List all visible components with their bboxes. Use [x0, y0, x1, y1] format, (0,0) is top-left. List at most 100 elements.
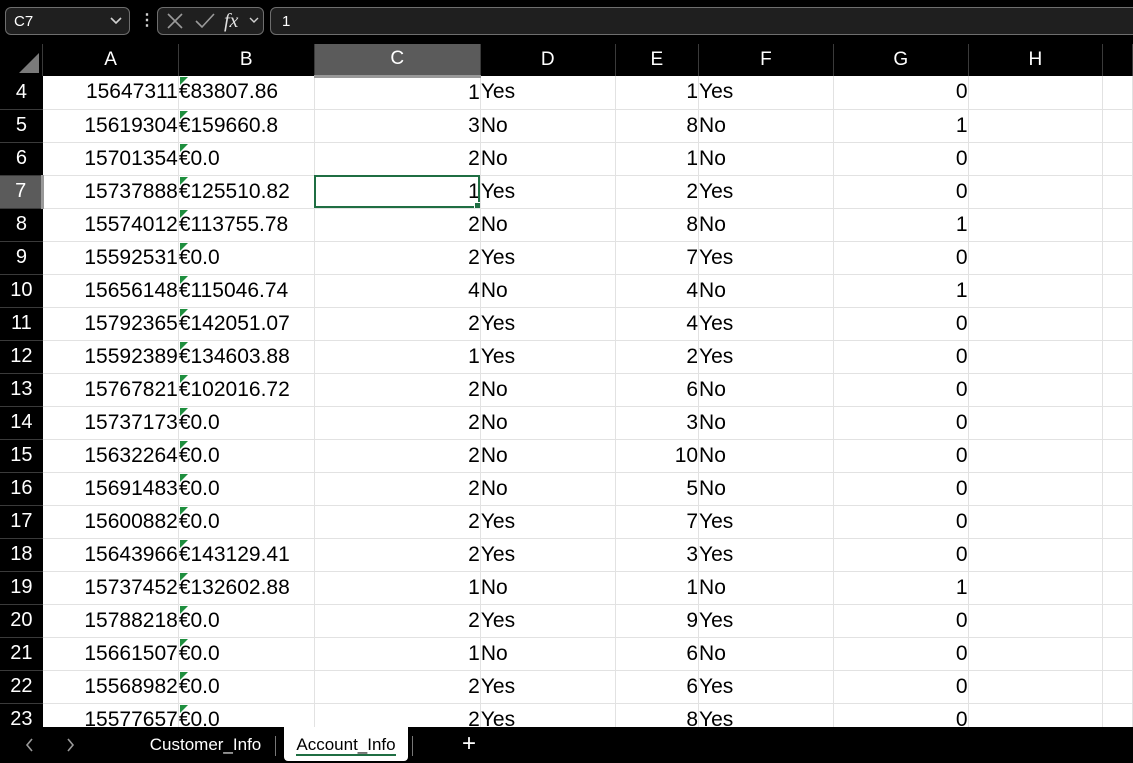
- row-header[interactable]: 18: [0, 538, 43, 572]
- cell-i[interactable]: [1102, 439, 1133, 473]
- cell-h[interactable]: [968, 571, 1104, 605]
- cell-g[interactable]: 0: [833, 406, 969, 440]
- cell-e[interactable]: 7: [615, 505, 700, 539]
- column-header-h[interactable]: H: [968, 44, 1104, 76]
- column-header-d[interactable]: D: [480, 44, 616, 76]
- cell-e[interactable]: 2: [615, 175, 700, 209]
- cell-i[interactable]: [1102, 76, 1133, 110]
- cell-f[interactable]: Yes: [698, 241, 834, 275]
- row-header[interactable]: 23: [0, 703, 43, 727]
- cell-d[interactable]: No: [480, 142, 616, 176]
- cell-i[interactable]: [1102, 571, 1133, 605]
- row-header[interactable]: 8: [0, 208, 43, 242]
- cell-a[interactable]: 15592531: [42, 241, 179, 275]
- cell-g[interactable]: 0: [833, 307, 969, 341]
- cell-b[interactable]: €132602.88: [178, 571, 315, 605]
- cell-d[interactable]: No: [480, 439, 616, 473]
- cell-e[interactable]: 1: [615, 571, 700, 605]
- cell-i[interactable]: [1102, 274, 1133, 308]
- cell-i[interactable]: [1102, 670, 1133, 704]
- cell-g[interactable]: 0: [833, 373, 969, 407]
- row-header[interactable]: 14: [0, 406, 43, 440]
- cell-d[interactable]: No: [480, 274, 616, 308]
- cell-d[interactable]: Yes: [480, 76, 616, 110]
- cell-i[interactable]: [1102, 373, 1133, 407]
- cell-f[interactable]: Yes: [698, 340, 834, 374]
- column-header-i[interactable]: [1102, 44, 1133, 76]
- cell-i[interactable]: [1102, 604, 1133, 638]
- cell-b[interactable]: €0.0: [178, 703, 315, 727]
- cell-a[interactable]: 15647311: [42, 76, 179, 110]
- cell-a[interactable]: 15792365: [42, 307, 179, 341]
- cell-e[interactable]: 10: [615, 439, 700, 473]
- cell-b[interactable]: €142051.07: [178, 307, 315, 341]
- cell-c[interactable]: 2: [314, 406, 481, 440]
- cell-e[interactable]: 9: [615, 604, 700, 638]
- cell-h[interactable]: [968, 208, 1104, 242]
- cell-b[interactable]: €0.0: [178, 637, 315, 671]
- function-fx-icon[interactable]: fx: [224, 10, 238, 33]
- column-header-f[interactable]: F: [698, 44, 834, 76]
- cell-i[interactable]: [1102, 307, 1133, 341]
- cell-c[interactable]: 2: [314, 670, 481, 704]
- cell-e[interactable]: 8: [615, 109, 700, 143]
- cell-f[interactable]: No: [698, 373, 834, 407]
- cell-f[interactable]: No: [698, 439, 834, 473]
- cell-i[interactable]: [1102, 472, 1133, 506]
- row-header[interactable]: 16: [0, 472, 43, 506]
- cell-a[interactable]: 15737173: [42, 406, 179, 440]
- cell-g[interactable]: 0: [833, 439, 969, 473]
- cell-h[interactable]: [968, 76, 1104, 110]
- cell-b[interactable]: €0.0: [178, 505, 315, 539]
- cell-g[interactable]: 0: [833, 604, 969, 638]
- cell-d[interactable]: No: [480, 406, 616, 440]
- cell-h[interactable]: [968, 439, 1104, 473]
- cell-a[interactable]: 15600882: [42, 505, 179, 539]
- cell-g[interactable]: 0: [833, 472, 969, 506]
- row-header[interactable]: 20: [0, 604, 43, 638]
- cell-i[interactable]: [1102, 109, 1133, 143]
- cell-a[interactable]: 15574012: [42, 208, 179, 242]
- cell-a[interactable]: 15691483: [42, 472, 179, 506]
- cell-f[interactable]: Yes: [698, 538, 834, 572]
- cell-a[interactable]: 15661507: [42, 637, 179, 671]
- cell-e[interactable]: 5: [615, 472, 700, 506]
- cell-e[interactable]: 3: [615, 406, 700, 440]
- cell-h[interactable]: [968, 505, 1104, 539]
- cell-c[interactable]: 2: [314, 241, 481, 275]
- cell-f[interactable]: Yes: [698, 307, 834, 341]
- cell-e[interactable]: 6: [615, 670, 700, 704]
- cell-g[interactable]: 1: [833, 109, 969, 143]
- formula-input[interactable]: 1: [270, 7, 1133, 35]
- cell-i[interactable]: [1102, 208, 1133, 242]
- cell-c[interactable]: 1: [314, 340, 481, 374]
- row-header[interactable]: 13: [0, 373, 43, 407]
- cell-e[interactable]: 4: [615, 274, 700, 308]
- row-header[interactable]: 4: [0, 76, 43, 110]
- cell-e[interactable]: 2: [615, 340, 700, 374]
- row-header[interactable]: 22: [0, 670, 43, 704]
- cell-d[interactable]: Yes: [480, 538, 616, 572]
- cell-a[interactable]: 15767821: [42, 373, 179, 407]
- cell-c[interactable]: 4: [314, 274, 481, 308]
- cell-h[interactable]: [968, 637, 1104, 671]
- cell-c[interactable]: 1: [314, 571, 481, 605]
- cell-f[interactable]: No: [698, 274, 834, 308]
- cell-h[interactable]: [968, 703, 1104, 727]
- cell-a[interactable]: 15788218: [42, 604, 179, 638]
- cell-g[interactable]: 0: [833, 505, 969, 539]
- cell-e[interactable]: 8: [615, 208, 700, 242]
- cell-f[interactable]: Yes: [698, 505, 834, 539]
- cell-d[interactable]: No: [480, 637, 616, 671]
- chevron-right-icon[interactable]: [64, 737, 76, 753]
- cell-f[interactable]: Yes: [698, 703, 834, 727]
- cell-b[interactable]: €143129.41: [178, 538, 315, 572]
- column-header-c[interactable]: C: [314, 44, 481, 78]
- cell-d[interactable]: Yes: [480, 307, 616, 341]
- cell-a[interactable]: 15632264: [42, 439, 179, 473]
- cell-c[interactable]: 2: [314, 208, 481, 242]
- cell-d[interactable]: Yes: [480, 241, 616, 275]
- cell-b[interactable]: €83807.86: [178, 76, 315, 110]
- cell-a[interactable]: 15592389: [42, 340, 179, 374]
- cell-g[interactable]: 0: [833, 76, 969, 110]
